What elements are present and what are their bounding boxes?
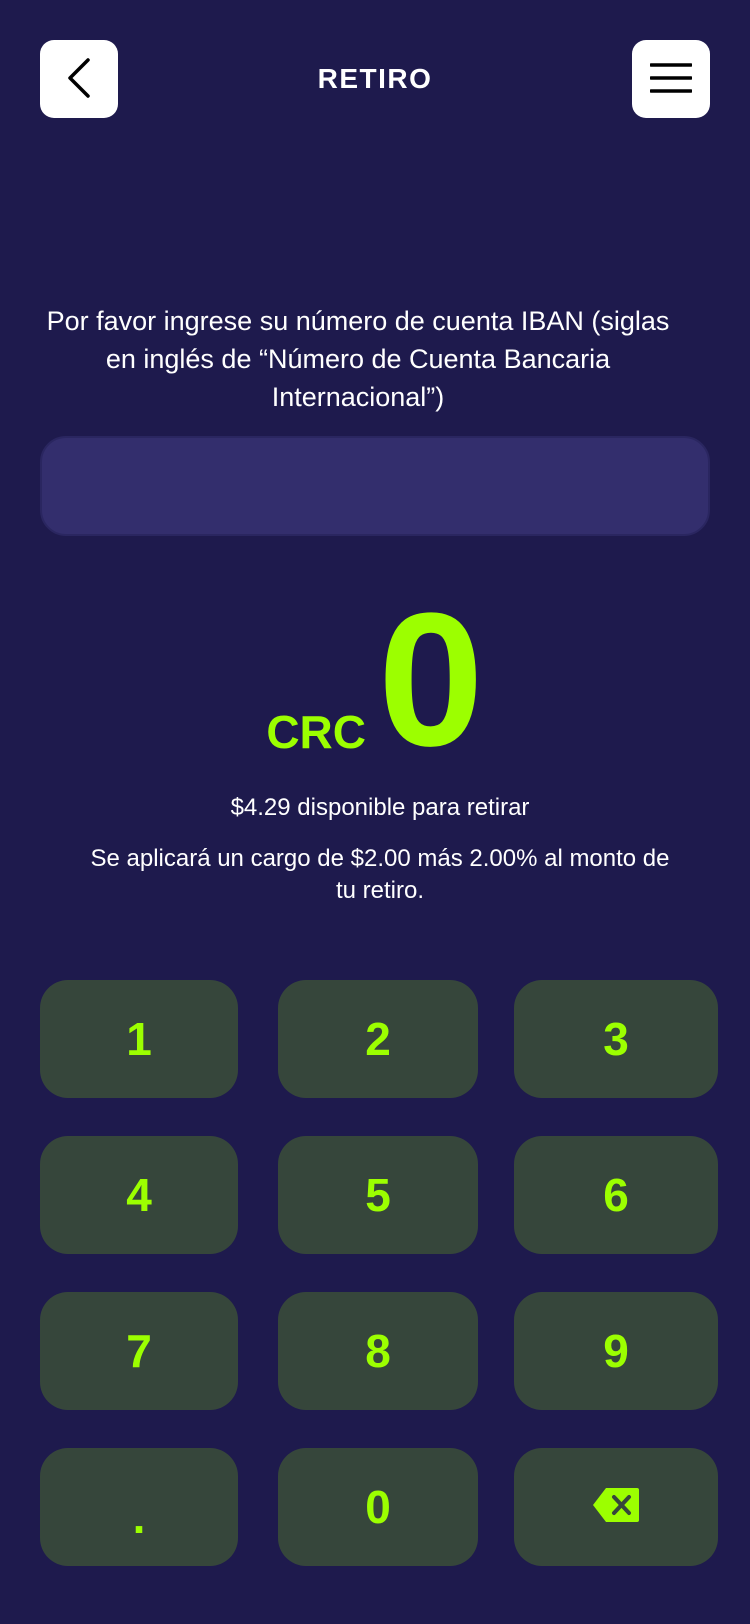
key-2[interactable]: 2 [278,980,478,1098]
numeric-keypad: 1 2 3 4 5 6 7 8 9 . 0 [40,980,718,1566]
withdraw-screen: RETIRO Por favor ingrese su número de cu… [0,0,750,1624]
key-5[interactable]: 5 [278,1136,478,1254]
key-0[interactable]: 0 [278,1448,478,1566]
amount-display: CRC 0 [0,574,750,786]
hamburger-menu-icon [649,62,693,97]
key-8[interactable]: 8 [278,1292,478,1410]
key-1[interactable]: 1 [40,980,238,1098]
key-7[interactable]: 7 [40,1292,238,1410]
key-decimal[interactable]: . [40,1448,238,1566]
menu-button[interactable] [632,40,710,118]
backspace-button[interactable] [514,1448,718,1566]
key-4[interactable]: 4 [40,1136,238,1254]
available-balance-text: $4.29 disponible para retirar [230,794,530,821]
key-6[interactable]: 6 [514,1136,718,1254]
key-3[interactable]: 3 [514,980,718,1098]
currency-label: CRC [266,706,366,758]
key-9[interactable]: 9 [514,1292,718,1410]
amount-value: 0 [378,574,484,786]
backspace-icon [592,1480,640,1534]
fee-note-text: Se aplicará un cargo de $2.00 más 2.00% … [90,845,670,904]
iban-input[interactable] [40,436,710,536]
iban-prompt-text: Por favor ingrese su número de cuenta IB… [46,306,670,412]
decimal-label: . [132,1491,146,1543]
